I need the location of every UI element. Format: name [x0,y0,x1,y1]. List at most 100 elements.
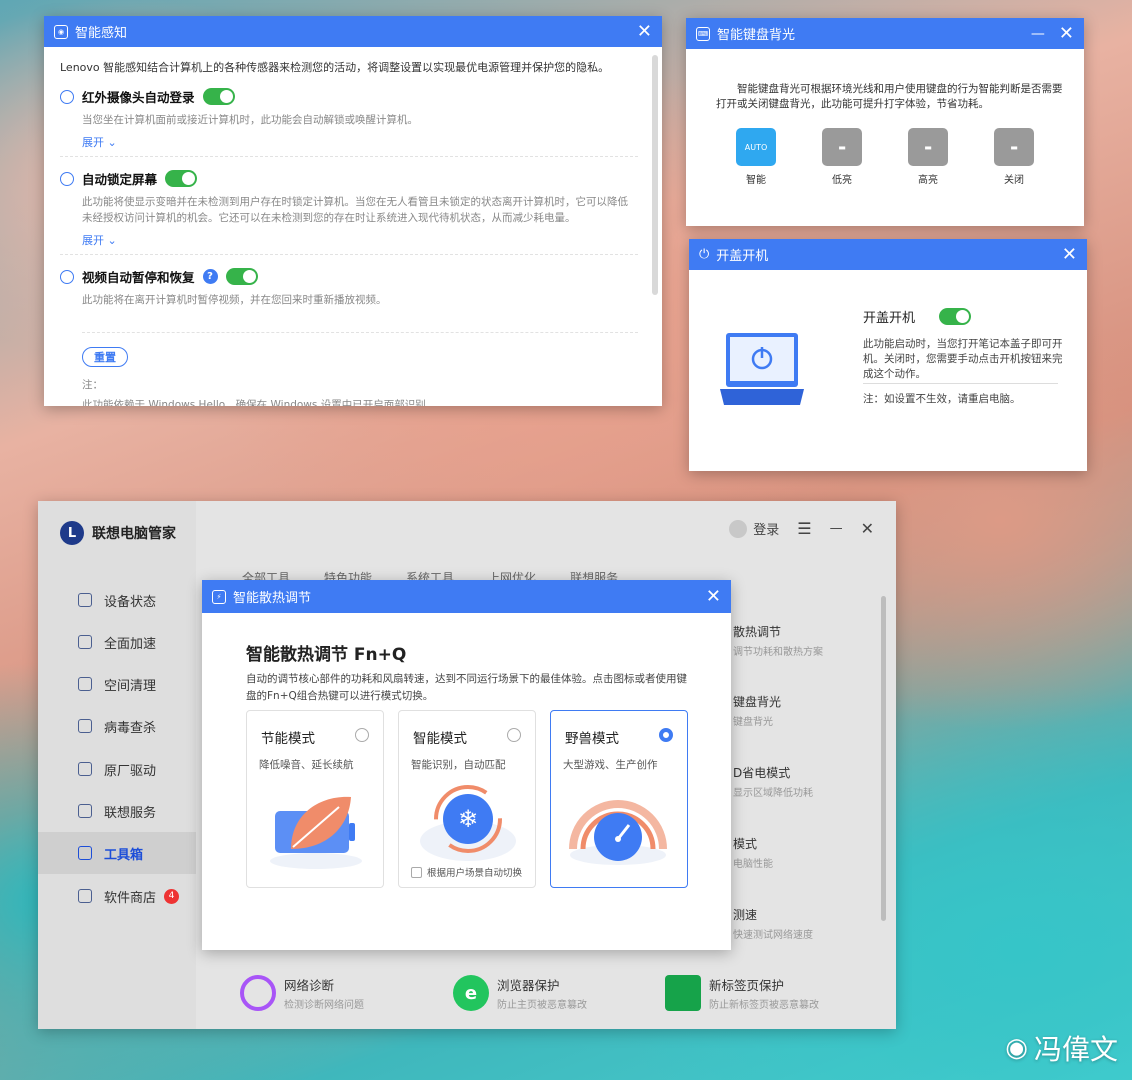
title-bar: ⚡ 智能散热调节 ✕ [202,580,731,613]
backlight-options: AUTO 智能 ▬ 低亮 ▬ 高亮 ▬ 关闭 [686,112,1084,186]
video-pause-toggle[interactable] [225,268,258,285]
rocket-icon [78,635,92,649]
ir-login-toggle[interactable] [202,88,235,105]
lid-power-on-window: ⏻ 开盖开机 ✕ 开盖开机 此功能启动时，当您打开笔记本盖子即可开机。关闭时，您… [689,239,1087,471]
help-icon[interactable]: ? [202,269,218,284]
watermark: ◉ 冯偉文 [1005,1028,1118,1068]
minimize-button[interactable]: — [830,521,843,536]
section-title: 视频自动暂停和恢复 [82,270,195,285]
mode-card-beast[interactable]: 野兽模式 大型游戏、生产创作 [550,710,688,888]
mode-card-smart[interactable]: 智能模式 智能识别，自动匹配 ❄ 根据用户场景自动切换 [398,710,536,888]
option-label: 智能 [746,175,766,186]
tool-subtitle: 键盘背光 [733,717,773,728]
high-backlight-icon: ▬ [908,128,948,166]
sidebar-item-drivers[interactable]: 原厂驱动 [38,748,196,790]
auto-backlight-icon: AUTO [736,128,776,166]
tool-title: 新标签页保护 [709,978,785,993]
auto-switch-checkbox[interactable]: 根据用户场景自动切换 [411,865,522,879]
laptop-icon [720,333,804,405]
tool-item[interactable]: 测速 快速测试网络速度 [733,906,883,941]
mode-radio[interactable] [507,728,521,742]
headset-icon [78,804,92,818]
close-button[interactable]: ✕ [1062,245,1077,264]
tool-browser-protection[interactable]: e 浏览器保护 防止主页被恶意篡改 [453,975,587,1011]
feature-label: 开盖开机 [863,311,916,326]
checkbox-box [411,866,422,878]
backlight-option-low[interactable]: ▬ 低亮 [812,128,872,186]
sidebar-item-toolbox[interactable]: 工具箱 [38,832,196,874]
mode-subtitle: 智能识别，自动匹配 [411,759,506,771]
tool-item[interactable]: 模式 电脑性能 [733,835,883,870]
mode-radio[interactable] [659,728,673,742]
close-button[interactable]: ✕ [861,519,874,538]
section-desc: 此功能将使显示变暗并在未检测到用户存在时锁定计算机。当您在无人看管且未锁定的状态… [82,196,628,224]
store-icon [78,889,92,903]
tool-title: 键盘背光 [733,695,782,709]
tool-subtitle: 检测诊断网络问题 [284,1000,364,1011]
toolbox-icon [78,846,92,860]
checkbox-label: 根据用户场景自动切换 [427,868,523,879]
ambient-sensing-window: ◉ 智能感知 ✕ Lenovo 智能感知结合计算机上的各种传感器来检测您的活动，… [44,16,662,406]
sidebar-item-label: 病毒查杀 [104,720,157,736]
tool-subtitle: 调节功耗和散热方案 [733,647,823,658]
lid-note: 注：如设置不生效，请重启电脑。 [863,393,1021,405]
menu-icon[interactable]: ☰ [797,519,811,538]
browser-protection-icon: e [453,975,489,1011]
reset-button[interactable]: 重置 [82,347,128,367]
sidebar-item-device-status[interactable]: 设备状态 [38,579,196,621]
device-status-icon [78,593,92,607]
thermal-heading: 智能散热调节 Fn+Q [246,645,407,665]
sidebar-item-store[interactable]: 软件商店 4 [38,875,196,917]
app-logo: L 联想电脑管家 [60,521,176,545]
auto-lock-toggle[interactable] [165,170,198,187]
section-desc: 当您坐在计算机面前或接近计算机时，此功能会自动解锁或唤醒计算机。 [82,114,418,126]
backlight-option-high[interactable]: ▬ 高亮 [898,128,958,186]
snowflake-icon: ❄ [420,785,516,861]
lock-icon [60,171,74,186]
tool-item[interactable]: 散热调节调节功耗和散热方案 [733,623,883,658]
close-button[interactable]: ✕ [1059,24,1074,43]
sidebar-item-speedup[interactable]: 全面加速 [38,621,196,663]
sidebar-item-cleanup[interactable]: 空间清理 [38,663,196,705]
keyboard-desc: 智能键盘背光可根据环境光线和用户使用键盘的行为智能判断是否需要打开或关闭键盘背光… [716,83,1063,110]
close-button[interactable]: ✕ [706,587,721,606]
sidebar-item-label: 原厂驱动 [104,763,157,779]
shield-icon [78,719,92,733]
title-bar: ◉ 智能感知 ✕ [44,16,662,47]
tool-newtab-protection[interactable]: 新标签页保护 防止新标签页被恶意篡改 [665,975,819,1011]
tool-title: 散热调节 [733,625,782,639]
mode-name: 节能模式 [261,731,315,747]
mode-radio[interactable] [355,728,369,742]
option-label: 高亮 [918,175,938,186]
mode-card-eco[interactable]: 节能模式 降低噪音、延长续航 [246,710,384,888]
tool-item[interactable]: 键盘背光 键盘背光 [733,693,883,728]
lid-power-toggle[interactable] [939,308,972,325]
sidebar: L 联想电脑管家 设备状态 全面加速 空间清理 病毒查杀 原厂驱动 联想服务 工具… [38,501,196,1029]
sidebar-item-service[interactable]: 联想服务 [38,790,196,832]
section-desc: 此功能将在离开计算机时暂停视频，并在您回来时重新播放视频。 [82,294,387,306]
sidebar-item-label: 设备状态 [104,594,157,610]
thermal-dialog: ⚡ 智能散热调节 ✕ 智能散热调节 Fn+Q 自动的调节核心部件的功耗和风扇转速… [202,580,731,950]
tool-item[interactable]: D省电模式 显示区域降低功耗 [733,764,883,799]
tool-subtitle: 显示区域降低功耗 [733,788,813,799]
backlight-option-smart[interactable]: AUTO 智能 [726,128,786,186]
scrollbar[interactable] [652,55,658,295]
expand-link[interactable]: 展开 ⌄ [82,134,638,150]
keyboard-backlight-window: ⌨ 智能键盘背光 — ✕ 智能键盘背光可根据环境光线和用户使用键盘的行为智能判断… [686,18,1084,226]
option-label: 关闭 [1004,175,1024,186]
close-button[interactable]: ✕ [637,22,652,41]
thermal-desc: 自动的调节核心部件的功耗和风扇转速，达到不同运行场景下的最佳体验。点击图标或者使… [246,673,687,702]
tool-network-diagnosis[interactable]: 网络诊断 检测诊断网络问题 [240,975,364,1011]
mode-name: 野兽模式 [565,731,619,747]
app-name: 联想电脑管家 [92,526,176,542]
keyboard-icon: ⌨ [696,26,710,41]
section-auto-lock: 自动锁定屏幕 此功能将使显示变暗并在未检测到用户存在时锁定计算机。当您在无人看管… [60,157,638,255]
sidebar-item-label: 空间清理 [104,678,157,694]
sidebar-item-antivirus[interactable]: 病毒查杀 [38,705,196,747]
backlight-option-off[interactable]: ▬ 关闭 [984,128,1044,186]
expand-link[interactable]: 展开 ⌄ [82,232,638,248]
login-button[interactable]: 登录 [729,519,779,538]
section-title: 红外摄像头自动登录 [82,90,195,105]
mode-subtitle: 降低噪音、延长续航 [259,759,354,771]
minimize-button[interactable]: — [1031,26,1045,42]
